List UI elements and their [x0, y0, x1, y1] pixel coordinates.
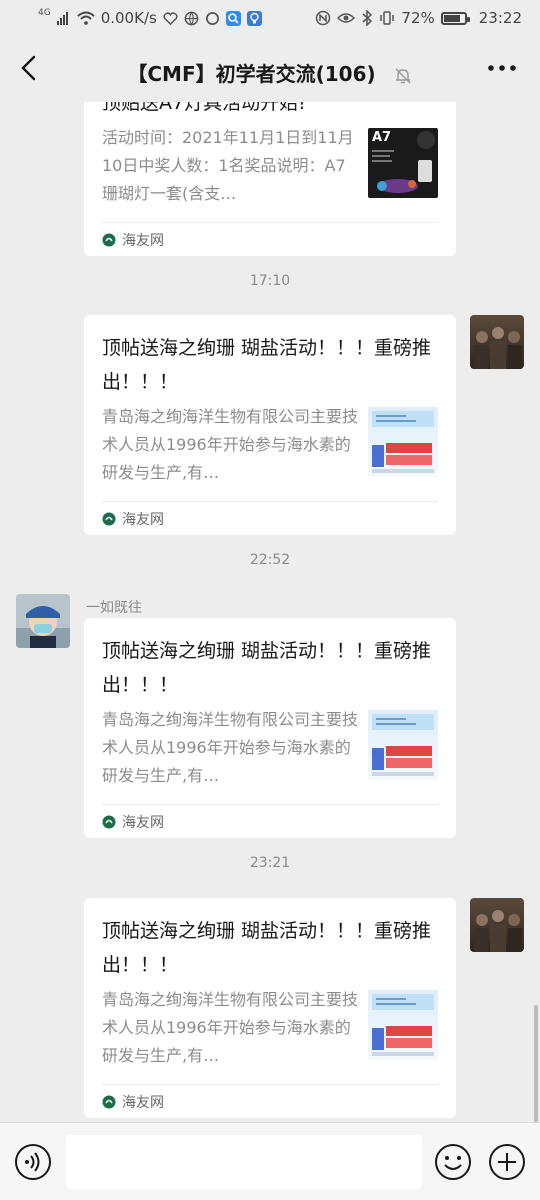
- card-description: 青岛海之绚海洋生物有限公司主要技术人员从1996年开始参与海水素的研发与生产,有…: [102, 407, 359, 482]
- card-title: 顶帖送海之绚珊 瑚盐活动！！！重磅推出！！！: [102, 337, 432, 393]
- chat-header: 【CMF】初学者交流(106): [0, 36, 540, 102]
- time-separator: 17:10: [249, 273, 291, 289]
- battery-icon: [440, 11, 470, 25]
- my-avatar[interactable]: [470, 898, 524, 952]
- source-name: 海友网: [122, 814, 164, 831]
- vibrate-icon: [380, 11, 395, 25]
- card-title: 顶帖送海之绚珊 瑚盐活动！！！重磅推出！！！: [102, 920, 432, 976]
- chat-title: 【CMF】初学者交流(106): [127, 62, 376, 86]
- voice-icon[interactable]: [14, 1143, 52, 1181]
- my-avatar[interactable]: [470, 315, 524, 369]
- source-logo-icon: [102, 1095, 116, 1108]
- card-source: 海友网: [102, 222, 438, 256]
- mute-bell-icon: [395, 68, 411, 83]
- eye-icon: [337, 13, 356, 23]
- network-speed: 0.00K/s: [100, 9, 157, 27]
- card-thumbnail: [368, 710, 438, 780]
- time-separator: 23:21: [249, 855, 291, 871]
- link-card-message[interactable]: 顶帖送海之绚珊 瑚盐活动！！！重磅推出！！！ 青岛海之绚海洋生物有限公司主要技术…: [84, 618, 456, 838]
- plus-icon[interactable]: [488, 1143, 526, 1181]
- clock: 23:22: [478, 9, 522, 27]
- circle-app-icon: [205, 11, 219, 25]
- source-name: 海友网: [122, 511, 164, 528]
- card-description: 青岛海之绚海洋生物有限公司主要技术人员从1996年开始参与海水素的研发与生产,有…: [102, 990, 359, 1065]
- message-input[interactable]: [66, 1135, 422, 1189]
- signal-icon: [56, 12, 68, 25]
- source-logo-icon: [102, 233, 116, 246]
- emoji-icon[interactable]: [434, 1143, 472, 1181]
- globe-icon: [184, 11, 199, 26]
- more-icon[interactable]: [486, 58, 518, 78]
- wifi-icon: [77, 11, 95, 25]
- card-description: 青岛海之绚海洋生物有限公司主要技术人员从1996年开始参与海水素的研发与生产,有…: [102, 710, 359, 785]
- card-title: 顶贴送A7灯具活动开始!: [102, 102, 306, 114]
- source-name: 海友网: [122, 1094, 164, 1111]
- card-description: 活动时间：2021年11月1日到11月10日中奖人数：1名奖品说明：A7珊瑚灯一…: [102, 128, 354, 203]
- scrollbar[interactable]: [534, 1005, 538, 1122]
- card-thumbnail: [368, 990, 438, 1060]
- network-type: 4G: [38, 7, 51, 18]
- search-app-icon: [225, 10, 241, 26]
- sender-name: 一如既往: [86, 600, 142, 616]
- source-logo-icon: [102, 815, 116, 828]
- source-name: 海友网: [122, 232, 164, 249]
- link-card-message[interactable]: 顶贴送A7灯具活动开始! 活动时间：2021年11月1日到11月10日中奖人数：…: [84, 102, 456, 256]
- battery-percent: 72%: [401, 9, 435, 27]
- card-source: 海友网: [102, 1084, 438, 1118]
- card-thumbnail: [368, 407, 438, 477]
- nfc-icon: [316, 10, 331, 26]
- bluetooth-icon: [362, 10, 373, 26]
- card-source: 海友网: [102, 804, 438, 838]
- message-list[interactable]: 顶贴送A7灯具活动开始! 活动时间：2021年11月1日到11月10日中奖人数：…: [0, 102, 540, 1122]
- card-thumbnail: A7: [368, 128, 438, 198]
- input-bar: [0, 1122, 540, 1200]
- card-title: 顶帖送海之绚珊 瑚盐活动！！！重磅推出！！！: [102, 640, 432, 696]
- sender-avatar[interactable]: [16, 594, 70, 648]
- source-logo-icon: [102, 512, 116, 525]
- status-bar: 4G 0.00K/s 72% 23:22: [0, 0, 540, 36]
- link-card-message[interactable]: 顶帖送海之绚珊 瑚盐活动！！！重磅推出！！！ 青岛海之绚海洋生物有限公司主要技术…: [84, 898, 456, 1118]
- bulb-app-icon: [246, 10, 262, 26]
- time-separator: 22:52: [249, 552, 291, 568]
- link-card-message[interactable]: 顶帖送海之绚珊 瑚盐活动！！！重磅推出！！！ 青岛海之绚海洋生物有限公司主要技术…: [84, 315, 456, 535]
- card-source: 海友网: [102, 501, 438, 535]
- heart-app-icon: [163, 11, 178, 25]
- chat-title-wrap: 【CMF】初学者交流(106): [0, 58, 540, 87]
